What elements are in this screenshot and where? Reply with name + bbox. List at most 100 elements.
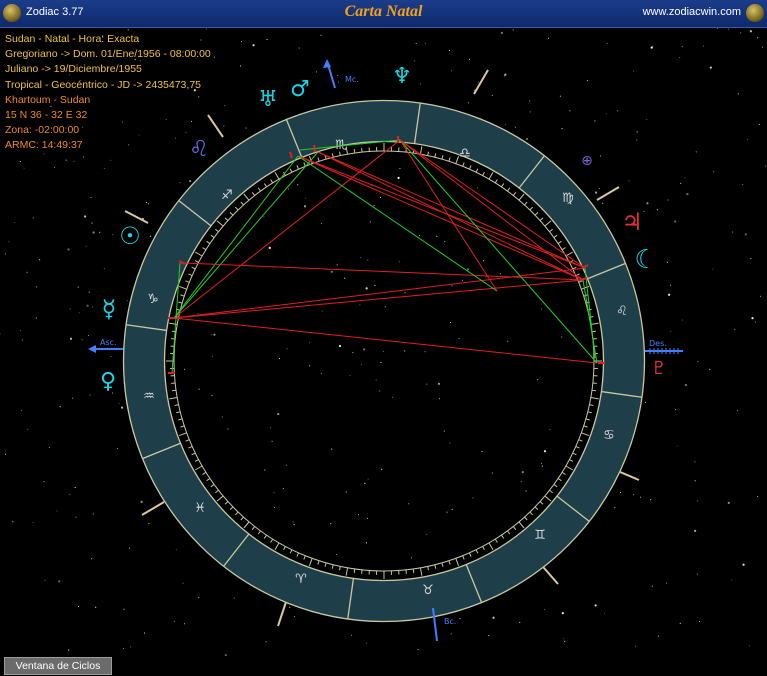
star <box>656 209 658 211</box>
degree-tick <box>590 396 599 400</box>
degree-tick <box>234 511 239 516</box>
star <box>110 159 112 161</box>
degree-tick <box>419 146 423 155</box>
star <box>444 240 446 243</box>
star <box>110 355 112 358</box>
star <box>541 465 543 467</box>
degree-tick <box>441 562 444 567</box>
star <box>213 56 216 58</box>
sun-icon[interactable]: ☉ <box>119 222 141 250</box>
star <box>309 342 311 344</box>
star <box>526 137 529 141</box>
degree-tick <box>448 157 451 162</box>
mc-label: Mc. <box>345 75 359 84</box>
degree-tick <box>206 240 211 244</box>
degree-tick <box>180 294 185 297</box>
star <box>490 277 492 279</box>
star <box>149 235 151 237</box>
moon-icon[interactable]: ☾ <box>634 245 657 275</box>
star <box>227 428 229 430</box>
star <box>221 416 223 418</box>
degree-ticks <box>166 143 602 579</box>
star <box>594 604 597 607</box>
star <box>712 268 714 270</box>
star <box>586 79 588 82</box>
star <box>734 328 736 330</box>
degree-tick <box>482 171 485 176</box>
venus-icon[interactable]: ♀ <box>100 369 116 394</box>
degree-tick <box>587 411 592 414</box>
star <box>309 365 311 367</box>
degree-tick <box>534 211 539 216</box>
jupiter-icon[interactable]: ♃ <box>621 208 643 236</box>
star <box>737 410 739 412</box>
star <box>282 487 284 489</box>
star <box>761 46 763 48</box>
degree-tick <box>512 526 517 530</box>
star <box>67 248 70 251</box>
star <box>23 167 25 169</box>
star <box>198 597 200 599</box>
star <box>563 638 565 640</box>
star <box>636 139 638 141</box>
star <box>349 374 351 377</box>
star <box>699 620 701 622</box>
pars-fortuna-icon[interactable]: ⊕ <box>581 153 593 169</box>
asc-label: Asc. <box>100 338 117 347</box>
star <box>603 612 605 614</box>
star <box>561 128 563 130</box>
star <box>500 31 504 34</box>
star <box>118 403 120 405</box>
cusp-tick-6 <box>141 501 165 516</box>
degree-tick <box>585 418 590 421</box>
des-label: Des. <box>649 339 667 348</box>
degree-tick <box>188 273 193 277</box>
star <box>211 355 214 357</box>
uranus-icon[interactable]: ♅ <box>258 87 278 112</box>
ventana-ciclos-button[interactable]: Ventana de Ciclos <box>4 657 112 675</box>
star <box>369 221 371 223</box>
star <box>398 261 400 263</box>
bottom-bar: Ventana de Ciclos <box>0 656 767 676</box>
pluto-icon[interactable]: ♇ <box>651 358 667 379</box>
star <box>381 468 383 470</box>
sign-glyph-cancer: ♋ <box>603 428 615 443</box>
degree-tick <box>194 251 203 257</box>
star <box>320 34 322 36</box>
star <box>679 622 681 624</box>
mercury-icon[interactable]: ☿ <box>102 295 117 323</box>
website-label[interactable]: www.zodiacwin.com <box>643 6 741 18</box>
degree-tick <box>257 530 261 535</box>
zodiac-app-icon-right[interactable] <box>746 4 764 22</box>
degree-tick <box>434 564 437 569</box>
star <box>148 203 150 205</box>
star <box>337 81 339 83</box>
mars-icon[interactable]: ♂ <box>290 77 310 102</box>
star <box>633 494 635 496</box>
star <box>684 383 687 387</box>
star <box>519 621 521 623</box>
info-zodiac-system: Tropical - Geocéntrico - JD -> 2435473,7… <box>5 78 201 91</box>
neptune-icon[interactable]: ♆ <box>392 64 412 89</box>
degree-tick <box>229 211 234 216</box>
degree-tick <box>591 389 596 392</box>
degree-tick <box>549 489 553 494</box>
star <box>478 81 480 83</box>
star <box>271 440 273 442</box>
title-bar[interactable]: Zodiac 3.77 Carta Natal www.zodiacwin.co… <box>0 0 767 28</box>
star <box>694 529 697 532</box>
star <box>330 270 333 273</box>
degree-tick <box>185 280 190 283</box>
star <box>379 196 382 198</box>
degree-tick <box>488 171 494 180</box>
info-armc: ARMC: 14:49:37 <box>5 139 83 152</box>
star <box>713 171 715 173</box>
star <box>95 606 97 608</box>
star <box>78 312 80 314</box>
star <box>44 579 46 581</box>
star <box>352 351 354 353</box>
zodiac-window: Zodiac 3.77 Carta Natal www.zodiacwin.co… <box>0 0 767 676</box>
star <box>404 350 406 352</box>
degree-tick <box>353 149 356 154</box>
star <box>504 73 507 76</box>
